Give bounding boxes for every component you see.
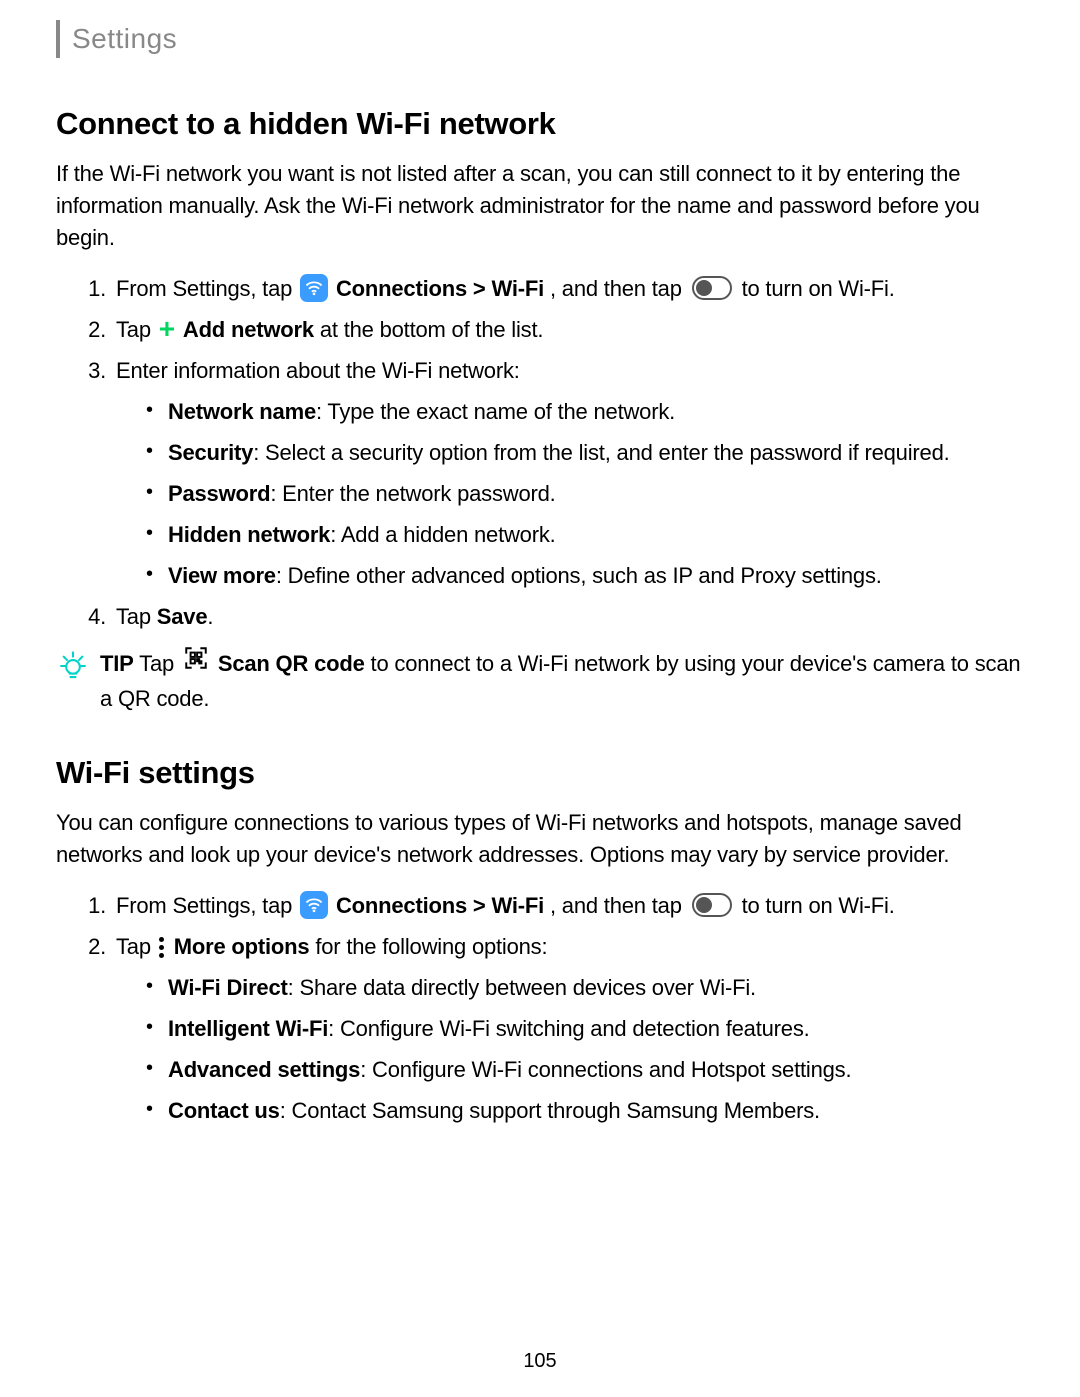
text: From Settings, tap xyxy=(116,276,298,301)
text: From Settings, tap xyxy=(116,893,298,918)
qr-code-icon xyxy=(183,645,209,680)
text: : Type the exact name of the network. xyxy=(316,399,675,424)
text: Tap xyxy=(139,651,180,676)
bold-connections-wifi: Connections > Wi-Fi xyxy=(336,893,544,918)
label: Wi-Fi Direct xyxy=(168,975,288,1000)
bullet-hidden-network: Hidden network: Add a hidden network. xyxy=(146,518,1024,551)
bullet-network-name: Network name: Type the exact name of the… xyxy=(146,395,1024,428)
bullet-password: Password: Enter the network password. xyxy=(146,477,1024,510)
section-heading-hidden-wifi: Connect to a hidden Wi-Fi network xyxy=(56,106,1024,142)
step-1b: From Settings, tap Connections > Wi-Fi ,… xyxy=(112,889,1024,922)
bold-connections-wifi: Connections > Wi-Fi xyxy=(336,276,544,301)
plus-icon: + xyxy=(159,315,175,343)
text: to turn on Wi-Fi. xyxy=(742,893,895,918)
text: : Contact Samsung support through Samsun… xyxy=(280,1098,820,1123)
bullet-advanced-settings: Advanced settings: Configure Wi-Fi conne… xyxy=(146,1053,1024,1086)
lightbulb-icon xyxy=(56,649,90,688)
sub-bullets-2: Wi-Fi Direct: Share data directly betwee… xyxy=(116,971,1024,1127)
label: Password xyxy=(168,481,270,506)
text: : Share data directly between devices ov… xyxy=(288,975,756,1000)
text: : Enter the network password. xyxy=(270,481,555,506)
toggle-off-icon xyxy=(692,276,732,300)
bullet-contact-us: Contact us: Contact Samsung support thro… xyxy=(146,1094,1024,1127)
bold-save: Save xyxy=(157,604,208,629)
text: , and then tap xyxy=(550,276,688,301)
label: Contact us xyxy=(168,1098,280,1123)
steps-list-1: From Settings, tap Connections > Wi-Fi ,… xyxy=(56,272,1024,633)
wifi-icon xyxy=(300,891,328,919)
label: Intelligent Wi-Fi xyxy=(168,1016,328,1041)
text: , and then tap xyxy=(550,893,688,918)
text: : Configure Wi-Fi switching and detectio… xyxy=(328,1016,809,1041)
tip-block: TIP Tap Scan QR code to connect to a Wi-… xyxy=(56,647,1024,716)
text: Enter information about the Wi-Fi networ… xyxy=(116,358,520,383)
tip-text: TIP Tap Scan QR code to connect to a Wi-… xyxy=(100,647,1024,716)
section-heading-wifi-settings: Wi-Fi settings xyxy=(56,755,1024,791)
bold-more-options: More options xyxy=(174,934,310,959)
bullet-intelligent-wifi: Intelligent Wi-Fi: Configure Wi-Fi switc… xyxy=(146,1012,1024,1045)
label: Network name xyxy=(168,399,316,424)
bold-scan-qr: Scan QR code xyxy=(218,651,365,676)
label: Advanced settings xyxy=(168,1057,360,1082)
text: to turn on Wi-Fi. xyxy=(742,276,895,301)
label: Security xyxy=(168,440,253,465)
wifi-icon xyxy=(300,274,328,302)
header-accent-bar xyxy=(56,20,60,58)
step-2b: Tap More options for the following optio… xyxy=(112,930,1024,1127)
bold-add-network: Add network xyxy=(183,317,314,342)
step-4: Tap Save. xyxy=(112,600,1024,633)
sub-bullets-1: Network name: Type the exact name of the… xyxy=(116,395,1024,592)
label: View more xyxy=(168,563,276,588)
text: : Add a hidden network. xyxy=(330,522,555,547)
intro-paragraph-2: You can configure connections to various… xyxy=(56,807,1024,871)
header-title: Settings xyxy=(72,23,177,55)
step-3: Enter information about the Wi-Fi networ… xyxy=(112,354,1024,592)
more-options-icon xyxy=(159,937,164,958)
step-1: From Settings, tap Connections > Wi-Fi ,… xyxy=(112,272,1024,305)
toggle-off-icon xyxy=(692,893,732,917)
text: : Select a security option from the list… xyxy=(253,440,949,465)
text: for the following options: xyxy=(315,934,547,959)
step-2: Tap + Add network at the bottom of the l… xyxy=(112,313,1024,346)
page-header: Settings xyxy=(56,20,1024,58)
text: : Define other advanced options, such as… xyxy=(276,563,882,588)
text: Tap xyxy=(116,934,157,959)
text: Tap xyxy=(116,317,157,342)
text: Tap xyxy=(116,604,157,629)
tip-label: TIP xyxy=(100,651,134,676)
bullet-wifi-direct: Wi-Fi Direct: Share data directly betwee… xyxy=(146,971,1024,1004)
text: : Configure Wi-Fi connections and Hotspo… xyxy=(360,1057,851,1082)
steps-list-2: From Settings, tap Connections > Wi-Fi ,… xyxy=(56,889,1024,1127)
text: . xyxy=(207,604,213,629)
text: at the bottom of the list. xyxy=(320,317,543,342)
intro-paragraph-1: If the Wi-Fi network you want is not lis… xyxy=(56,158,1024,254)
bullet-view-more: View more: Define other advanced options… xyxy=(146,559,1024,592)
label: Hidden network xyxy=(168,522,330,547)
page-number: 105 xyxy=(0,1350,1080,1373)
bullet-security: Security: Select a security option from … xyxy=(146,436,1024,469)
